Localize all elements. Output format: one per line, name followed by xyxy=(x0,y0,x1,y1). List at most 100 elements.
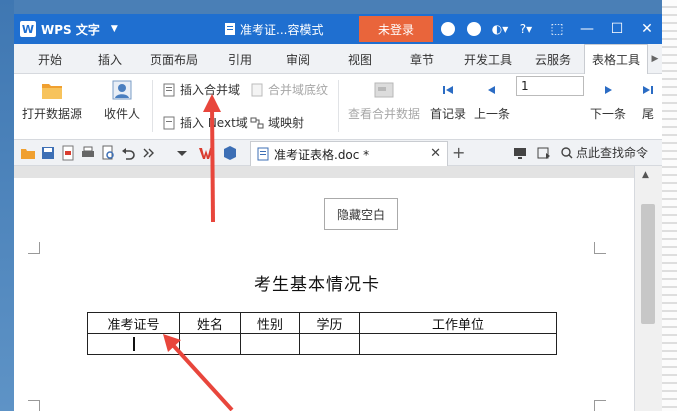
view-merged-data-label: 查看合并数据 xyxy=(348,107,421,121)
cell-name[interactable] xyxy=(179,333,241,355)
header-education[interactable]: 学历 xyxy=(299,312,360,334)
tab-developer[interactable]: 开发工具 xyxy=(456,44,520,74)
cell-work-unit[interactable] xyxy=(359,333,557,355)
skin-icon[interactable] xyxy=(438,19,458,39)
header-work-unit[interactable]: 工作单位 xyxy=(359,312,557,334)
scroll-up-icon[interactable]: ▲ xyxy=(642,170,649,180)
find-command-search[interactable]: 点此查找命令 xyxy=(561,144,648,161)
merge-field-icon xyxy=(163,83,175,96)
wps-writer-window: W WPS 文字 ▼ 准考证...容模式 未登录 ◐▾ ? ▾ ⬚ — ☐ ✕ 开… xyxy=(14,14,662,411)
last-record-button[interactable]: 尾 xyxy=(636,78,660,122)
cell-gender[interactable] xyxy=(240,333,300,355)
window-title: 准考证...容模式 xyxy=(224,14,323,44)
tab-start[interactable]: 开始 xyxy=(28,44,72,74)
maximize-button[interactable]: ☐ xyxy=(602,14,632,44)
help-label: ? xyxy=(519,22,527,36)
view-merged-data-icon xyxy=(374,82,394,98)
recipients-icon xyxy=(112,80,132,100)
print-icon[interactable] xyxy=(80,145,96,161)
shading-icon xyxy=(251,83,263,96)
tab-insert[interactable]: 插入 xyxy=(88,44,132,74)
tab-view[interactable]: 视图 xyxy=(338,44,382,74)
previous-record-button[interactable]: 上一条 xyxy=(474,78,510,122)
insert-next-field-label: 插入 Next域 xyxy=(180,116,248,130)
screen-icon[interactable] xyxy=(512,145,528,161)
insert-merge-field-button[interactable]: 插入合并域 xyxy=(162,81,240,98)
doc-file-icon xyxy=(257,147,269,161)
wps-home-icon[interactable] xyxy=(198,145,214,161)
undo-icon[interactable] xyxy=(120,145,136,161)
next-record-label: 下一条 xyxy=(590,107,627,121)
recipients-label: 收件人 xyxy=(104,107,141,121)
close-tab-icon[interactable]: ✕ xyxy=(430,146,441,161)
record-number-input[interactable]: 1 xyxy=(516,76,584,96)
menu-bar: 开始 插入 页面布局 引用 审阅 视图 章节 开发工具 云服务 表格工具 ▶ xyxy=(14,44,662,74)
header-exam-id[interactable]: 准考证号 xyxy=(87,312,180,334)
document-page[interactable]: 隐藏空白 考生基本情况卡 准考证号 姓名 性别 学历 工作单位 xyxy=(14,178,634,411)
first-record-button[interactable]: 首记录 xyxy=(430,78,466,122)
hide-whitespace-button[interactable]: 隐藏空白 xyxy=(324,198,398,230)
customize-toolbar-icon[interactable] xyxy=(174,145,190,161)
open-data-source-button[interactable]: 打开数据源 xyxy=(22,78,82,122)
last-record-icon xyxy=(643,86,653,94)
field-mapping-icon xyxy=(250,117,264,128)
margin-corner-mark xyxy=(594,242,606,254)
ribbon-separator xyxy=(338,80,339,132)
more-commands-icon[interactable] xyxy=(140,145,156,161)
tab-cloud[interactable]: 云服务 xyxy=(528,44,578,74)
title-bar: W WPS 文字 ▼ 准考证...容模式 未登录 ◐▾ ? ▾ ⬚ — ☐ ✕ xyxy=(14,14,662,44)
next-field-icon xyxy=(163,116,175,129)
view-merged-data-button[interactable]: 查看合并数据 xyxy=(348,78,420,122)
cube-icon[interactable] xyxy=(222,145,238,161)
header-gender[interactable]: 性别 xyxy=(240,312,300,334)
tab-review[interactable]: 审阅 xyxy=(276,44,320,74)
login-button[interactable]: 未登录 xyxy=(359,16,433,42)
margin-corner-mark xyxy=(594,400,606,411)
merge-field-shading-label: 合并域底纹 xyxy=(268,83,329,97)
export-pdf-icon[interactable] xyxy=(60,145,76,161)
field-mapping-button[interactable]: 域映射 xyxy=(250,114,304,131)
lace-decoration xyxy=(662,0,677,411)
next-record-button[interactable]: 下一条 xyxy=(590,78,626,122)
settings-icon[interactable] xyxy=(464,19,484,39)
tab-page-layout[interactable]: 页面布局 xyxy=(144,44,204,74)
vertical-scrollbar[interactable]: ▲ xyxy=(634,166,662,411)
tab-list-icon[interactable] xyxy=(536,145,552,161)
menu-scroll-right-icon[interactable]: ▶ xyxy=(648,44,662,74)
print-preview-icon[interactable] xyxy=(100,145,116,161)
merge-field-shading-button[interactable]: 合并域底纹 xyxy=(250,81,328,98)
new-tab-icon[interactable]: + xyxy=(452,143,465,162)
ribbon-mail-merge: 打开数据源 收件人 插入合并域 合并域底纹 插入 Next域 域映射 查看合并数… xyxy=(14,74,662,140)
first-record-icon xyxy=(443,86,453,94)
insert-merge-field-label: 插入合并域 xyxy=(180,83,241,97)
open-file-icon[interactable] xyxy=(20,145,36,161)
table-row: 准考证号 姓名 性别 学历 工作单位 xyxy=(87,312,557,334)
app-menu-button[interactable]: W WPS 文字 ▼ xyxy=(14,14,126,44)
document-tab[interactable]: 准考证表格.doc * ✕ xyxy=(250,141,448,166)
margin-corner-mark xyxy=(28,242,40,254)
save-icon[interactable] xyxy=(40,145,56,161)
tab-chapter[interactable]: 章节 xyxy=(400,44,444,74)
window-controls: ⬚ — ☐ ✕ xyxy=(542,14,662,44)
restore-toolbar-icon[interactable]: ⬚ xyxy=(542,14,572,44)
tab-references[interactable]: 引用 xyxy=(218,44,262,74)
recipients-button[interactable]: 收件人 xyxy=(104,78,140,122)
header-name[interactable]: 姓名 xyxy=(179,312,241,334)
tab-table-tools[interactable]: 表格工具 xyxy=(584,44,648,74)
candidate-info-table[interactable]: 准考证号 姓名 性别 学历 工作单位 xyxy=(87,312,557,355)
insert-next-field-button[interactable]: 插入 Next域 xyxy=(162,114,248,131)
cell-education[interactable] xyxy=(299,333,360,355)
open-data-source-label: 打开数据源 xyxy=(22,107,83,121)
scrollbar-thumb[interactable] xyxy=(641,204,655,324)
document-icon xyxy=(225,23,235,35)
close-button[interactable]: ✕ xyxy=(632,14,662,44)
desktop-background-left xyxy=(0,0,14,411)
find-command-label: 点此查找命令 xyxy=(576,146,649,160)
cell-exam-id[interactable] xyxy=(87,333,180,355)
theme-icon[interactable]: ◐▾ xyxy=(490,19,510,39)
minimize-button[interactable]: — xyxy=(572,14,602,44)
ribbon-separator xyxy=(152,80,153,132)
document-title-text: 准考证...容模式 xyxy=(240,22,324,37)
help-button[interactable]: ? ▾ xyxy=(516,19,536,39)
next-arrow-icon xyxy=(605,86,612,94)
